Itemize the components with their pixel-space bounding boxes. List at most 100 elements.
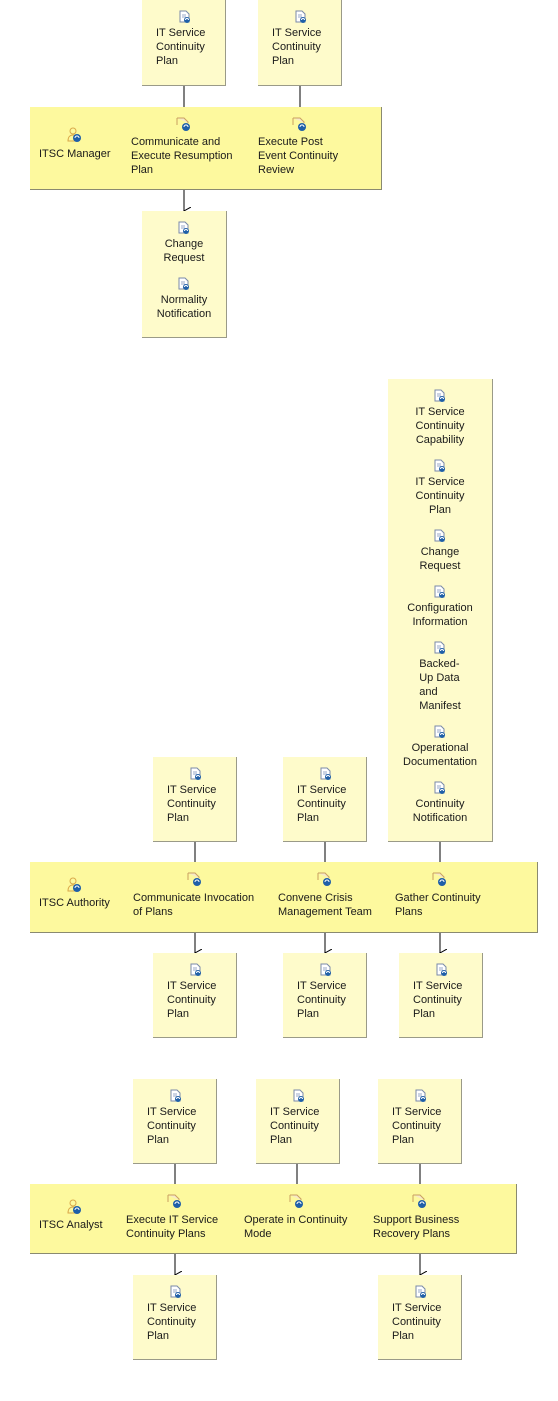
- input-artifact-box-tall[interactable]: IT Service Continuity Capability IT Serv…: [388, 379, 493, 842]
- task-communicate-invocation-of-plans[interactable]: Communicate Invocation of Plans: [133, 891, 254, 919]
- role-person-icon: [67, 877, 81, 892]
- document-sync-icon: [434, 641, 445, 654]
- role-person-icon: [67, 127, 81, 142]
- document-sync-icon: [434, 781, 445, 794]
- artifact-item[interactable]: IT Service Continuity Plan: [147, 1285, 216, 1343]
- task-sync-icon: [289, 1194, 303, 1208]
- artifact-label: Configuration Information: [407, 602, 473, 628]
- document-sync-icon: [415, 1089, 426, 1102]
- artifact-item[interactable]: IT Service Continuity Plan: [272, 10, 341, 68]
- output-artifact-box[interactable]: IT Service Continuity Plan: [153, 953, 237, 1038]
- artifact-item[interactable]: Change Request: [388, 529, 492, 573]
- document-sync-icon: [178, 221, 189, 234]
- artifact-label: IT Service Continuity Plan: [392, 1302, 442, 1342]
- artifact-label: IT Service Continuity Plan: [272, 27, 322, 67]
- artifact-item[interactable]: IT Service Continuity Plan: [167, 767, 236, 825]
- artifact-label: Change Request: [419, 546, 461, 572]
- task-execute-post-event-continuity-review[interactable]: Execute Post Event Continuity Review: [258, 135, 338, 177]
- role-label: ITSC Analyst: [39, 1219, 103, 1231]
- input-artifact-box[interactable]: IT Service Continuity Plan: [133, 1079, 217, 1164]
- task-sync-icon: [176, 117, 190, 131]
- artifact-item[interactable]: Continuity Notification: [388, 781, 492, 825]
- document-sync-icon: [190, 963, 201, 976]
- task-sync-icon: [432, 872, 446, 886]
- task-gather-continuity-plans[interactable]: Gather Continuity Plans: [395, 891, 481, 919]
- artifact-item[interactable]: Configuration Information: [388, 585, 492, 629]
- artifact-item[interactable]: IT Service Continuity Plan: [167, 963, 236, 1021]
- document-sync-icon: [434, 459, 445, 472]
- document-sync-icon: [320, 767, 331, 780]
- input-artifact-box[interactable]: IT Service Continuity Plan: [142, 0, 226, 86]
- artifact-item[interactable]: IT Service Continuity Plan: [156, 10, 225, 68]
- artifact-label: IT Service Continuity Plan: [156, 27, 206, 67]
- input-artifact-box[interactable]: IT Service Continuity Plan: [258, 0, 342, 86]
- artifact-item[interactable]: Backed- Up Data and Manifest: [388, 641, 492, 713]
- artifact-label: IT Service Continuity Plan: [147, 1106, 197, 1146]
- document-sync-icon: [434, 529, 445, 542]
- task-operate-in-continuity-mode[interactable]: Operate in Continuity Mode: [244, 1213, 347, 1241]
- task-support-business-recovery-plans[interactable]: Support Business Recovery Plans: [373, 1213, 459, 1241]
- artifact-item[interactable]: IT Service Continuity Plan: [392, 1089, 461, 1147]
- task-sync-icon: [412, 1194, 426, 1208]
- artifact-item[interactable]: IT Service Continuity Plan: [297, 767, 366, 825]
- task-sync-icon: [292, 117, 306, 131]
- artifact-label: IT Service Continuity Plan: [413, 980, 463, 1020]
- artifact-item[interactable]: IT Service Continuity Plan: [270, 1089, 339, 1147]
- artifact-item[interactable]: IT Service Continuity Plan: [147, 1089, 216, 1147]
- artifact-label: IT Service Continuity Plan: [167, 980, 217, 1020]
- task-sync-icon: [317, 872, 331, 886]
- document-sync-icon: [434, 389, 445, 402]
- output-artifact-box[interactable]: IT Service Continuity Plan: [399, 953, 483, 1038]
- swimlane-itsc-authority: ITSC Authority Communicate Invocation of…: [30, 862, 538, 933]
- artifact-label: Backed- Up Data and Manifest: [419, 658, 461, 712]
- document-sync-icon: [170, 1285, 181, 1298]
- artifact-label: IT Service Continuity Plan: [415, 476, 465, 516]
- document-sync-icon: [170, 1089, 181, 1102]
- document-sync-icon: [436, 963, 447, 976]
- artifact-label: IT Service Continuity Plan: [297, 980, 347, 1020]
- document-sync-icon: [293, 1089, 304, 1102]
- artifact-label: Continuity Notification: [412, 798, 468, 824]
- document-sync-icon: [190, 767, 201, 780]
- artifact-item[interactable]: IT Service Continuity Plan: [392, 1285, 461, 1343]
- input-artifact-box[interactable]: IT Service Continuity Plan: [153, 757, 237, 842]
- artifact-label: IT Service Continuity Plan: [270, 1106, 320, 1146]
- swimlane-itsc-analyst: ITSC Analyst Execute IT Service Continui…: [30, 1184, 517, 1254]
- artifact-item[interactable]: IT Service Continuity Plan: [297, 963, 366, 1021]
- swimlane-itsc-manager: ITSC Manager Communicate and Execute Res…: [30, 107, 382, 190]
- task-execute-it-service-continuity-plans[interactable]: Execute IT Service Continuity Plans: [126, 1213, 218, 1241]
- artifact-label: IT Service Continuity Capability: [415, 406, 465, 446]
- role-label: ITSC Authority: [39, 897, 110, 909]
- role-label: ITSC Manager: [39, 148, 111, 160]
- task-communicate-and-execute-resumption-plan[interactable]: Communicate and Execute Resumption Plan: [131, 135, 233, 177]
- document-sync-icon: [415, 1285, 426, 1298]
- artifact-item[interactable]: Normality Notification: [142, 277, 226, 321]
- artifact-item[interactable]: IT Service Continuity Plan: [413, 963, 482, 1021]
- artifact-label: Operational Documentation: [403, 742, 477, 768]
- document-sync-icon: [434, 725, 445, 738]
- artifact-item[interactable]: IT Service Continuity Plan: [388, 459, 492, 517]
- input-artifact-box[interactable]: IT Service Continuity Plan: [256, 1079, 340, 1164]
- output-artifact-box[interactable]: IT Service Continuity Plan: [283, 953, 367, 1038]
- artifact-label: Change Request: [163, 238, 205, 264]
- output-artifact-box[interactable]: IT Service Continuity Plan: [378, 1275, 462, 1360]
- input-artifact-box[interactable]: IT Service Continuity Plan: [283, 757, 367, 842]
- output-artifact-box[interactable]: IT Service Continuity Plan: [133, 1275, 217, 1360]
- task-sync-icon: [167, 1194, 181, 1208]
- artifact-label: IT Service Continuity Plan: [147, 1302, 197, 1342]
- artifact-item[interactable]: Operational Documentation: [388, 725, 492, 769]
- artifact-label: IT Service Continuity Plan: [297, 784, 347, 824]
- output-artifact-box[interactable]: Change Request Normality Notification: [142, 211, 227, 338]
- artifact-item[interactable]: IT Service Continuity Capability: [388, 389, 492, 447]
- artifact-label: Normality Notification: [156, 294, 212, 320]
- artifact-label: IT Service Continuity Plan: [167, 784, 217, 824]
- input-artifact-box[interactable]: IT Service Continuity Plan: [378, 1079, 462, 1164]
- task-convene-crisis-management-team[interactable]: Convene Crisis Management Team: [278, 891, 372, 919]
- role-person-icon: [67, 1199, 81, 1214]
- artifact-item[interactable]: Change Request: [142, 221, 226, 265]
- document-sync-icon: [295, 10, 306, 23]
- task-sync-icon: [187, 872, 201, 886]
- document-sync-icon: [179, 10, 190, 23]
- document-sync-icon: [434, 585, 445, 598]
- document-sync-icon: [320, 963, 331, 976]
